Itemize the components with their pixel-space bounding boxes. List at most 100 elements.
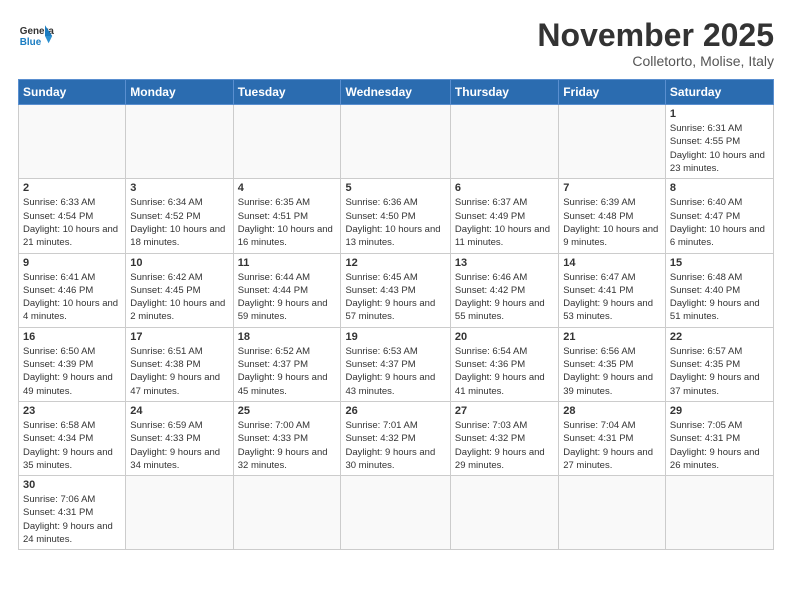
week-row-1: 1Sunrise: 6:31 AM Sunset: 4:55 PM Daylig… (19, 105, 774, 179)
day-info: Sunrise: 6:46 AM Sunset: 4:42 PM Dayligh… (455, 271, 554, 324)
day-info: Sunrise: 6:59 AM Sunset: 4:33 PM Dayligh… (130, 419, 228, 472)
day-number: 5 (345, 182, 445, 194)
day-info: Sunrise: 6:45 AM Sunset: 4:43 PM Dayligh… (345, 271, 445, 324)
header: General Blue November 2025 Colletorto, M… (18, 18, 774, 69)
day-info: Sunrise: 6:44 AM Sunset: 4:44 PM Dayligh… (238, 271, 337, 324)
title-block: November 2025 Colletorto, Molise, Italy (537, 18, 774, 69)
day-info: Sunrise: 6:34 AM Sunset: 4:52 PM Dayligh… (130, 196, 228, 249)
day-cell: 19Sunrise: 6:53 AM Sunset: 4:37 PM Dayli… (341, 327, 450, 401)
week-row-3: 9Sunrise: 6:41 AM Sunset: 4:46 PM Daylig… (19, 253, 774, 327)
day-cell: 24 Sunrise: 6:59 AM Sunset: 4:33 PM Dayli… (126, 401, 233, 475)
day-cell (559, 105, 666, 179)
day-info: Sunrise: 6:39 AM Sunset: 4:48 PM Dayligh… (563, 196, 661, 249)
day-info: Sunrise: 6:37 AM Sunset: 4:49 PM Dayligh… (455, 196, 554, 249)
day-number: 19 (345, 331, 445, 343)
day-number: 11 (238, 257, 337, 269)
day-number: 29 (670, 405, 769, 417)
day-number: 26 (345, 405, 445, 417)
calendar-page: General Blue November 2025 Colletorto, M… (0, 0, 792, 612)
day-cell: 17Sunrise: 6:51 AM Sunset: 4:38 PM Dayli… (126, 327, 233, 401)
week-row-4: 16Sunrise: 6:50 AM Sunset: 4:39 PM Dayli… (19, 327, 774, 401)
weekday-header-monday: Monday (126, 80, 233, 105)
day-cell: 3 Sunrise: 6:34 AM Sunset: 4:52 PM Daylig… (126, 179, 233, 253)
day-number: 25 (238, 405, 337, 417)
day-cell: 28Sunrise: 7:04 AM Sunset: 4:31 PM Dayli… (559, 401, 666, 475)
calendar-table: SundayMondayTuesdayWednesdayThursdayFrid… (18, 79, 774, 550)
day-cell: 27 Sunrise: 7:03 AM Sunset: 4:32 PM Dayli… (450, 401, 558, 475)
day-number: 8 (670, 182, 769, 194)
day-info: Sunrise: 6:35 AM Sunset: 4:51 PM Dayligh… (238, 196, 337, 249)
weekday-header-wednesday: Wednesday (341, 80, 450, 105)
day-number: 18 (238, 331, 337, 343)
day-cell: 6 Sunrise: 6:37 AM Sunset: 4:49 PM Daylig… (450, 179, 558, 253)
month-title: November 2025 (537, 18, 774, 53)
day-info: Sunrise: 7:01 AM Sunset: 4:32 PM Dayligh… (345, 419, 445, 472)
day-number: 14 (563, 257, 661, 269)
day-info: Sunrise: 6:56 AM Sunset: 4:35 PM Dayligh… (563, 345, 661, 398)
day-number: 3 (130, 182, 228, 194)
day-cell: 4Sunrise: 6:35 AM Sunset: 4:51 PM Daylig… (233, 179, 341, 253)
day-cell: 12 Sunrise: 6:45 AM Sunset: 4:43 PM Dayli… (341, 253, 450, 327)
day-cell (665, 476, 773, 550)
day-cell (450, 476, 558, 550)
day-number: 7 (563, 182, 661, 194)
day-info: Sunrise: 6:36 AM Sunset: 4:50 PM Dayligh… (345, 196, 445, 249)
day-info: Sunrise: 7:06 AM Sunset: 4:31 PM Dayligh… (23, 493, 121, 546)
day-cell (450, 105, 558, 179)
day-info: Sunrise: 6:54 AM Sunset: 4:36 PM Dayligh… (455, 345, 554, 398)
weekday-header-tuesday: Tuesday (233, 80, 341, 105)
day-number: 12 (345, 257, 445, 269)
day-cell: 22Sunrise: 6:57 AM Sunset: 4:35 PM Dayli… (665, 327, 773, 401)
day-number: 30 (23, 479, 121, 491)
day-cell (233, 105, 341, 179)
day-number: 1 (670, 108, 769, 120)
day-cell: 16Sunrise: 6:50 AM Sunset: 4:39 PM Dayli… (19, 327, 126, 401)
day-number: 27 (455, 405, 554, 417)
day-cell: 21 Sunrise: 6:56 AM Sunset: 4:35 PM Dayli… (559, 327, 666, 401)
day-cell: 11 Sunrise: 6:44 AM Sunset: 4:44 PM Dayli… (233, 253, 341, 327)
day-number: 15 (670, 257, 769, 269)
day-cell: 13 Sunrise: 6:46 AM Sunset: 4:42 PM Dayli… (450, 253, 558, 327)
day-cell: 1Sunrise: 6:31 AM Sunset: 4:55 PM Daylig… (665, 105, 773, 179)
day-info: Sunrise: 6:42 AM Sunset: 4:45 PM Dayligh… (130, 271, 228, 324)
day-info: Sunrise: 6:48 AM Sunset: 4:40 PM Dayligh… (670, 271, 769, 324)
day-number: 21 (563, 331, 661, 343)
day-number: 6 (455, 182, 554, 194)
logo-icon: General Blue (18, 18, 54, 54)
week-row-6: 30 Sunrise: 7:06 AM Sunset: 4:31 PM Dayli… (19, 476, 774, 550)
logo: General Blue (18, 18, 54, 54)
day-number: 2 (23, 182, 121, 194)
day-cell (341, 105, 450, 179)
day-cell (559, 476, 666, 550)
day-number: 9 (23, 257, 121, 269)
day-cell (19, 105, 126, 179)
day-cell (126, 476, 233, 550)
day-cell: 30 Sunrise: 7:06 AM Sunset: 4:31 PM Dayli… (19, 476, 126, 550)
day-number: 20 (455, 331, 554, 343)
day-number: 16 (23, 331, 121, 343)
day-cell: 14 Sunrise: 6:47 AM Sunset: 4:41 PM Dayli… (559, 253, 666, 327)
weekday-header-friday: Friday (559, 80, 666, 105)
week-row-2: 2Sunrise: 6:33 AM Sunset: 4:54 PM Daylig… (19, 179, 774, 253)
svg-text:Blue: Blue (20, 37, 42, 48)
weekday-header-row: SundayMondayTuesdayWednesdayThursdayFrid… (19, 80, 774, 105)
day-cell: 25 Sunrise: 7:00 AM Sunset: 4:33 PM Dayli… (233, 401, 341, 475)
day-number: 28 (563, 405, 661, 417)
day-number: 24 (130, 405, 228, 417)
day-cell: 10Sunrise: 6:42 AM Sunset: 4:45 PM Dayli… (126, 253, 233, 327)
day-info: Sunrise: 7:00 AM Sunset: 4:33 PM Dayligh… (238, 419, 337, 472)
day-cell (233, 476, 341, 550)
day-number: 23 (23, 405, 121, 417)
day-cell: 20 Sunrise: 6:54 AM Sunset: 4:36 PM Dayli… (450, 327, 558, 401)
day-cell: 9Sunrise: 6:41 AM Sunset: 4:46 PM Daylig… (19, 253, 126, 327)
day-cell: 18Sunrise: 6:52 AM Sunset: 4:37 PM Dayli… (233, 327, 341, 401)
day-info: Sunrise: 6:47 AM Sunset: 4:41 PM Dayligh… (563, 271, 661, 324)
day-cell: 5 Sunrise: 6:36 AM Sunset: 4:50 PM Daylig… (341, 179, 450, 253)
day-cell: 8Sunrise: 6:40 AM Sunset: 4:47 PM Daylig… (665, 179, 773, 253)
weekday-header-sunday: Sunday (19, 80, 126, 105)
day-cell (341, 476, 450, 550)
location-subtitle: Colletorto, Molise, Italy (537, 53, 774, 69)
day-number: 13 (455, 257, 554, 269)
day-info: Sunrise: 7:03 AM Sunset: 4:32 PM Dayligh… (455, 419, 554, 472)
day-info: Sunrise: 6:51 AM Sunset: 4:38 PM Dayligh… (130, 345, 228, 398)
